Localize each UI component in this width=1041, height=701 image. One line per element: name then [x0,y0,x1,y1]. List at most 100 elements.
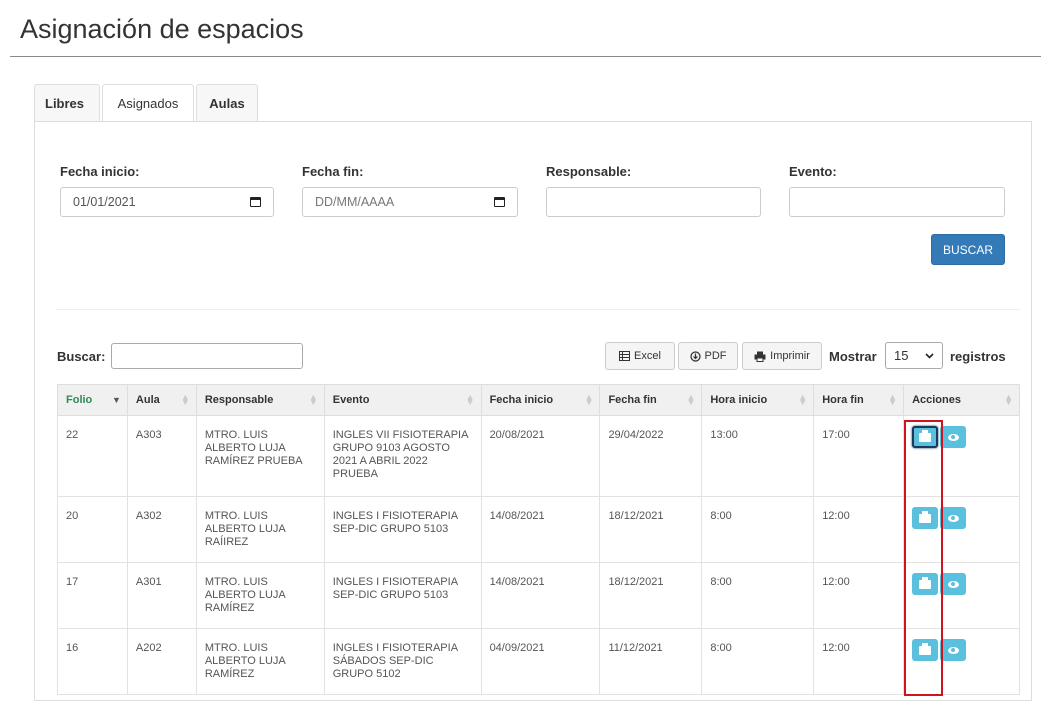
calendar-icon[interactable] [494,197,505,207]
excel-button[interactable]: Excel [605,342,675,370]
tab-bar: Libres Asignados Aulas [34,84,260,122]
section-divider [56,309,1020,310]
mostrar-label: Mostrar [829,349,877,364]
fecha-inicio-input[interactable]: 01/01/2021 [60,187,274,217]
cell-aula: A303 [126,415,197,497]
column-label: Aula [135,394,160,406]
cell-hora-inicio: 13:00 [701,415,815,497]
column-header-acciones[interactable]: Acciones ▲ ▼ [903,384,1020,416]
cell-folio: 20 [57,496,128,563]
highlight-box [904,420,943,696]
cell-fecha-inicio: 14/08/2021 [480,562,601,629]
column-label: Hora fin [822,394,864,406]
excel-label: Excel [634,350,661,362]
column-header-fecha-fin[interactable]: Fecha fin ▲ ▼ [599,384,703,416]
column-header-folio[interactable]: Folio ▼ [57,384,128,416]
page-title: Asignación de espacios [20,14,304,44]
spreadsheet-icon [619,351,631,361]
table-row: 17 A301 MTRO. LUIS ALBERTO LUJA RAMÍREZ … [57,562,1020,629]
chevron-down-icon [925,352,934,359]
column-label: Acciones [912,394,961,406]
cell-fecha-fin: 18/12/2021 [599,562,703,629]
fecha-fin-input[interactable]: DD/MM/AAAA [302,187,518,217]
registros-label: registros [950,349,1006,364]
cell-evento: INGLES I FISIOTERAPIA SÁBADOS SEP-DIC GR… [323,628,482,695]
sort-icon: ▲ ▼ [465,392,475,407]
page-size-select[interactable]: 15 [885,342,943,369]
page-size-value: 15 [894,348,909,363]
cell-hora-inicio: 8:00 [701,496,815,563]
cell-fecha-fin: 18/12/2021 [599,496,703,563]
buscar-button[interactable]: BUSCAR [931,234,1005,265]
column-header-hora-fin[interactable]: Hora fin ▲ ▼ [813,384,905,416]
responsable-input[interactable] [546,187,761,217]
eye-icon [947,646,959,654]
cell-responsable: MTRO. LUIS ALBERTO LUJA RAÍIREZ [195,496,325,563]
column-header-aula[interactable]: Aula ▲ ▼ [126,384,197,416]
asignados-table: Folio ▼ Aula ▲ ▼ Responsable ▲ ▼ Evento ▲ ▼ Fec… [57,384,1020,695]
evento-label: Evento: [789,164,837,179]
responsable-label: Responsable: [546,164,632,179]
cell-evento: INGLES VII FISIOTERAPIA GRUPO 9103 AGOST… [323,415,482,497]
calendar-icon[interactable] [250,197,261,207]
sort-icon: ▲ ▼ [798,392,808,407]
cell-folio: 16 [57,628,128,695]
pdf-button[interactable]: PDF [678,342,738,370]
column-header-responsable[interactable]: Responsable ▲ ▼ [195,384,325,416]
table-row: 16 A202 MTRO. LUIS ALBERTO LUJA RAMÍREZ … [57,628,1020,695]
cell-hora-fin: 12:00 [813,496,905,563]
table-header-row: Folio ▼ Aula ▲ ▼ Responsable ▲ ▼ Evento ▲ ▼ Fec… [57,384,1020,416]
eye-icon [947,433,959,441]
cell-folio: 17 [57,562,128,629]
column-label: Responsable [204,394,274,406]
tab-libres[interactable]: Libres [34,84,100,122]
column-label: Fecha inicio [489,394,554,406]
sort-icon: ▲ ▼ [1004,392,1013,407]
cell-hora-fin: 12:00 [813,628,905,695]
fecha-inicio-value: 01/01/2021 [73,195,136,209]
sort-icon: ▲ ▼ [584,392,594,407]
sort-desc-icon: ▼ [112,395,121,405]
cell-fecha-inicio: 04/09/2021 [480,628,601,695]
pdf-label: PDF [704,350,727,362]
column-label: Evento [332,394,370,406]
cell-responsable: MTRO. LUIS ALBERTO LUJA RAMÍREZ PRUEBA [195,415,325,497]
sort-icon: ▲ ▼ [180,392,190,407]
cell-aula: A301 [126,562,197,629]
tab-aulas[interactable]: Aulas [196,84,258,122]
cell-fecha-fin: 11/12/2021 [599,628,703,695]
column-header-fecha-inicio[interactable]: Fecha inicio ▲ ▼ [480,384,601,416]
view-button[interactable] [940,639,967,661]
table-row: 20 A302 MTRO. LUIS ALBERTO LUJA RAÍIREZ … [57,496,1020,563]
cell-hora-fin: 12:00 [813,562,905,629]
view-button[interactable] [940,573,967,595]
printer-icon [754,351,766,362]
column-label: Folio [66,394,93,406]
column-header-evento[interactable]: Evento ▲ ▼ [323,384,482,416]
tab-asignados[interactable]: Asignados [102,84,194,122]
cell-responsable: MTRO. LUIS ALBERTO LUJA RAMÍREZ [195,562,325,629]
imprimir-button[interactable]: Imprimir [742,342,822,370]
evento-input[interactable] [789,187,1005,217]
fecha-fin-label: Fecha fin: [302,164,364,179]
cell-hora-inicio: 8:00 [701,562,815,629]
cell-fecha-inicio: 20/08/2021 [480,415,601,497]
cell-fecha-fin: 29/04/2022 [599,415,703,497]
sort-icon: ▲ ▼ [308,392,318,407]
title-divider [10,56,1041,57]
eye-icon [947,580,959,588]
fecha-inicio-label: Fecha inicio: [60,164,140,179]
column-label: Fecha fin [608,394,657,406]
column-header-hora-inicio[interactable]: Hora inicio ▲ ▼ [701,384,815,416]
table-search-label: Buscar: [57,349,106,364]
table-search-input[interactable] [111,343,303,369]
eye-icon [947,514,959,522]
cell-evento: INGLES I FISIOTERAPIA SEP-DIC GRUPO 5103 [323,562,482,629]
cell-aula: A202 [126,628,197,695]
imprimir-label: Imprimir [770,350,810,362]
sort-icon: ▲ ▼ [686,392,696,407]
view-button[interactable] [940,426,967,448]
view-button[interactable] [940,507,967,529]
cell-folio: 22 [57,415,128,497]
cell-responsable: MTRO. LUIS ALBERTO LUJA RAMÍREZ [195,628,325,695]
